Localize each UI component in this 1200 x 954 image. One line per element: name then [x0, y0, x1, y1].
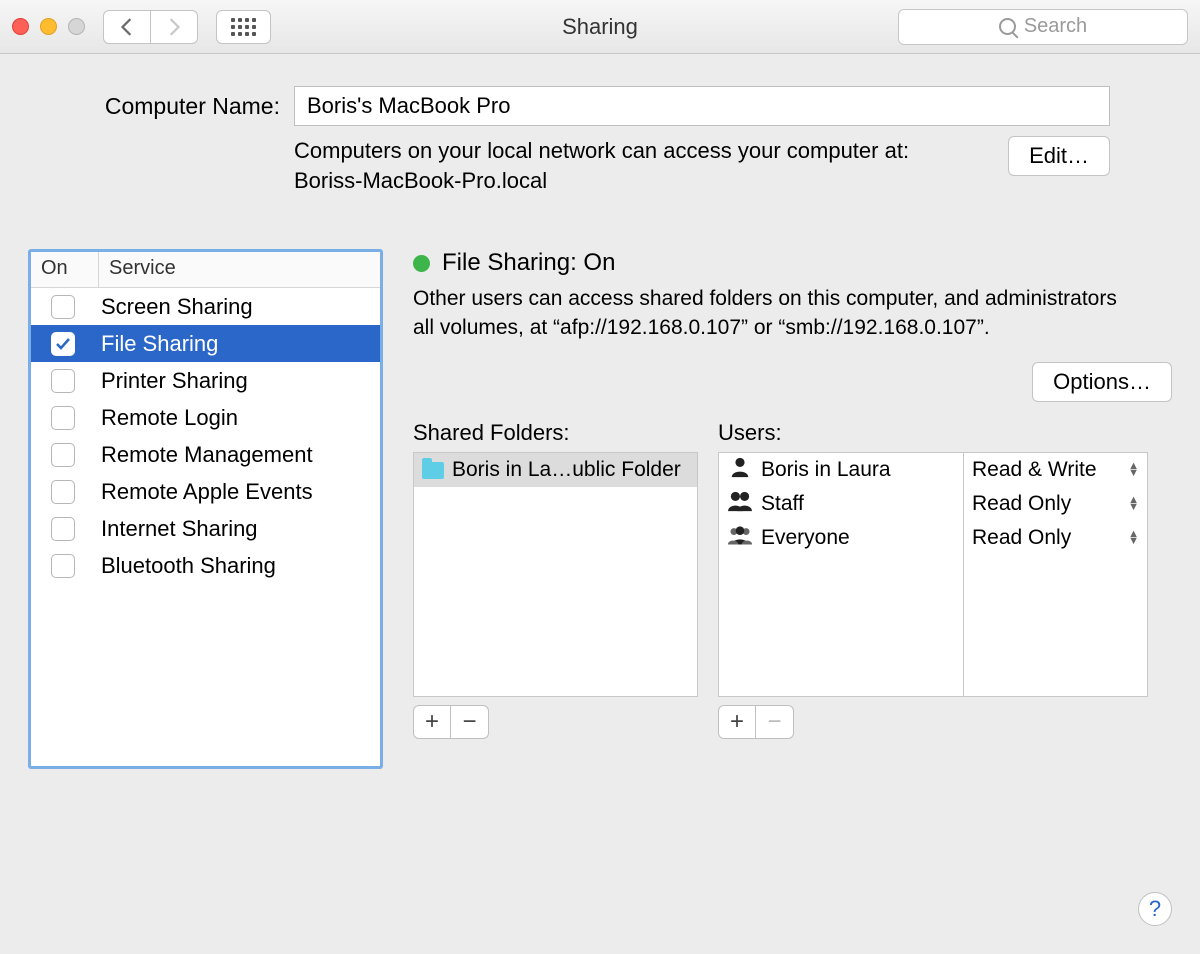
user-label: Staff [761, 492, 804, 516]
stepper-icon[interactable]: ▲▼ [1128, 531, 1139, 545]
service-checkbox[interactable] [51, 406, 75, 430]
services-header: On Service [31, 252, 380, 288]
remove-user-button: − [756, 705, 794, 739]
service-checkbox[interactable] [51, 517, 75, 541]
service-row-file-sharing[interactable]: File Sharing [31, 325, 380, 362]
service-checkbox[interactable] [51, 480, 75, 504]
search-input[interactable]: Search [898, 9, 1188, 45]
permission-row[interactable]: Read Only ▲▼ [964, 487, 1147, 521]
computer-name-label: Computer Name: [90, 93, 280, 120]
help-button[interactable]: ? [1138, 892, 1172, 926]
add-user-button[interactable]: + [718, 705, 756, 739]
permission-row[interactable]: Read & Write ▲▼ [964, 453, 1147, 487]
search-placeholder: Search [1024, 15, 1087, 38]
maximize-window-icon [68, 18, 85, 35]
service-checkbox[interactable] [51, 554, 75, 578]
sharing-panel: On Service Screen Sharing File Sharing Pri… [0, 225, 1200, 801]
user-row[interactable]: Staff [719, 487, 963, 521]
service-checkbox[interactable] [51, 332, 75, 356]
folder-label: Boris in La…ublic Folder [452, 458, 681, 482]
folder-icon [422, 462, 444, 479]
service-label: Remote Login [101, 405, 238, 431]
user-label: Everyone [761, 526, 850, 550]
user-row[interactable]: Everyone [719, 521, 963, 555]
computer-name-section: Computer Name: Computers on your local n… [0, 54, 1200, 225]
service-row-screen-sharing[interactable]: Screen Sharing [31, 288, 380, 325]
user-icon [727, 490, 753, 518]
window-title: Sharing [562, 14, 638, 40]
service-row-remote-apple-events[interactable]: Remote Apple Events [31, 473, 380, 510]
service-row-printer-sharing[interactable]: Printer Sharing [31, 362, 380, 399]
edit-button[interactable]: Edit… [1008, 136, 1110, 176]
status-indicator-icon [413, 255, 430, 272]
service-row-internet-sharing[interactable]: Internet Sharing [31, 510, 380, 547]
status-title: File Sharing: On [442, 249, 615, 277]
services-list[interactable]: On Service Screen Sharing File Sharing Pri… [28, 249, 383, 769]
service-detail: File Sharing: On Other users can access … [413, 249, 1172, 769]
user-row[interactable]: Boris in Laura [719, 453, 963, 487]
users-list[interactable]: Boris in Laura Staff Everyone [718, 452, 963, 697]
forward-button[interactable] [150, 10, 198, 44]
service-checkbox[interactable] [51, 443, 75, 467]
folder-row[interactable]: Boris in La…ublic Folder [414, 453, 697, 487]
back-button[interactable] [103, 10, 151, 44]
permission-label: Read & Write [972, 458, 1097, 482]
stepper-icon[interactable]: ▲▼ [1128, 463, 1139, 477]
grid-icon [231, 18, 256, 36]
show-all-button[interactable] [216, 10, 271, 44]
service-label: Internet Sharing [101, 516, 258, 542]
stepper-icon[interactable]: ▲▼ [1128, 497, 1139, 511]
service-checkbox[interactable] [51, 295, 75, 319]
shared-folders-column: Shared Folders: Boris in La…ublic Folder… [413, 420, 698, 739]
minimize-window-icon[interactable] [40, 18, 57, 35]
remove-folder-button[interactable]: − [451, 705, 489, 739]
service-checkbox[interactable] [51, 369, 75, 393]
service-label: Screen Sharing [101, 294, 253, 320]
users-column: Users: Boris in Laura Staff Everyone Read … [718, 420, 1148, 739]
permission-label: Read Only [972, 526, 1071, 550]
service-label: Bluetooth Sharing [101, 553, 276, 579]
user-icon [727, 456, 753, 484]
service-row-remote-login[interactable]: Remote Login [31, 399, 380, 436]
user-icon [727, 524, 753, 552]
user-label: Boris in Laura [761, 458, 891, 482]
services-header-service: Service [99, 252, 380, 287]
add-folder-button[interactable]: + [413, 705, 451, 739]
permissions-list[interactable]: Read & Write ▲▼ Read Only ▲▼ Read Only ▲▼ [963, 452, 1148, 697]
service-label: Remote Apple Events [101, 479, 313, 505]
window-controls [12, 18, 85, 35]
service-label: File Sharing [101, 331, 218, 357]
service-row-bluetooth-sharing[interactable]: Bluetooth Sharing [31, 547, 380, 584]
close-window-icon[interactable] [12, 18, 29, 35]
computer-name-field[interactable] [294, 86, 1110, 126]
service-label: Remote Management [101, 442, 313, 468]
titlebar: Sharing Search [0, 0, 1200, 54]
service-label: Printer Sharing [101, 368, 248, 394]
users-label: Users: [718, 420, 1148, 446]
permission-label: Read Only [972, 492, 1071, 516]
service-row-remote-management[interactable]: Remote Management [31, 436, 380, 473]
shared-folders-label: Shared Folders: [413, 420, 698, 446]
permission-row[interactable]: Read Only ▲▼ [964, 521, 1147, 555]
search-icon [999, 18, 1016, 35]
services-header-on: On [31, 252, 99, 287]
options-button[interactable]: Options… [1032, 362, 1172, 402]
computer-name-desc: Computers on your local network can acce… [294, 136, 909, 195]
status-description: Other users can access shared folders on… [413, 285, 1143, 342]
shared-folders-list[interactable]: Boris in La…ublic Folder [413, 452, 698, 697]
